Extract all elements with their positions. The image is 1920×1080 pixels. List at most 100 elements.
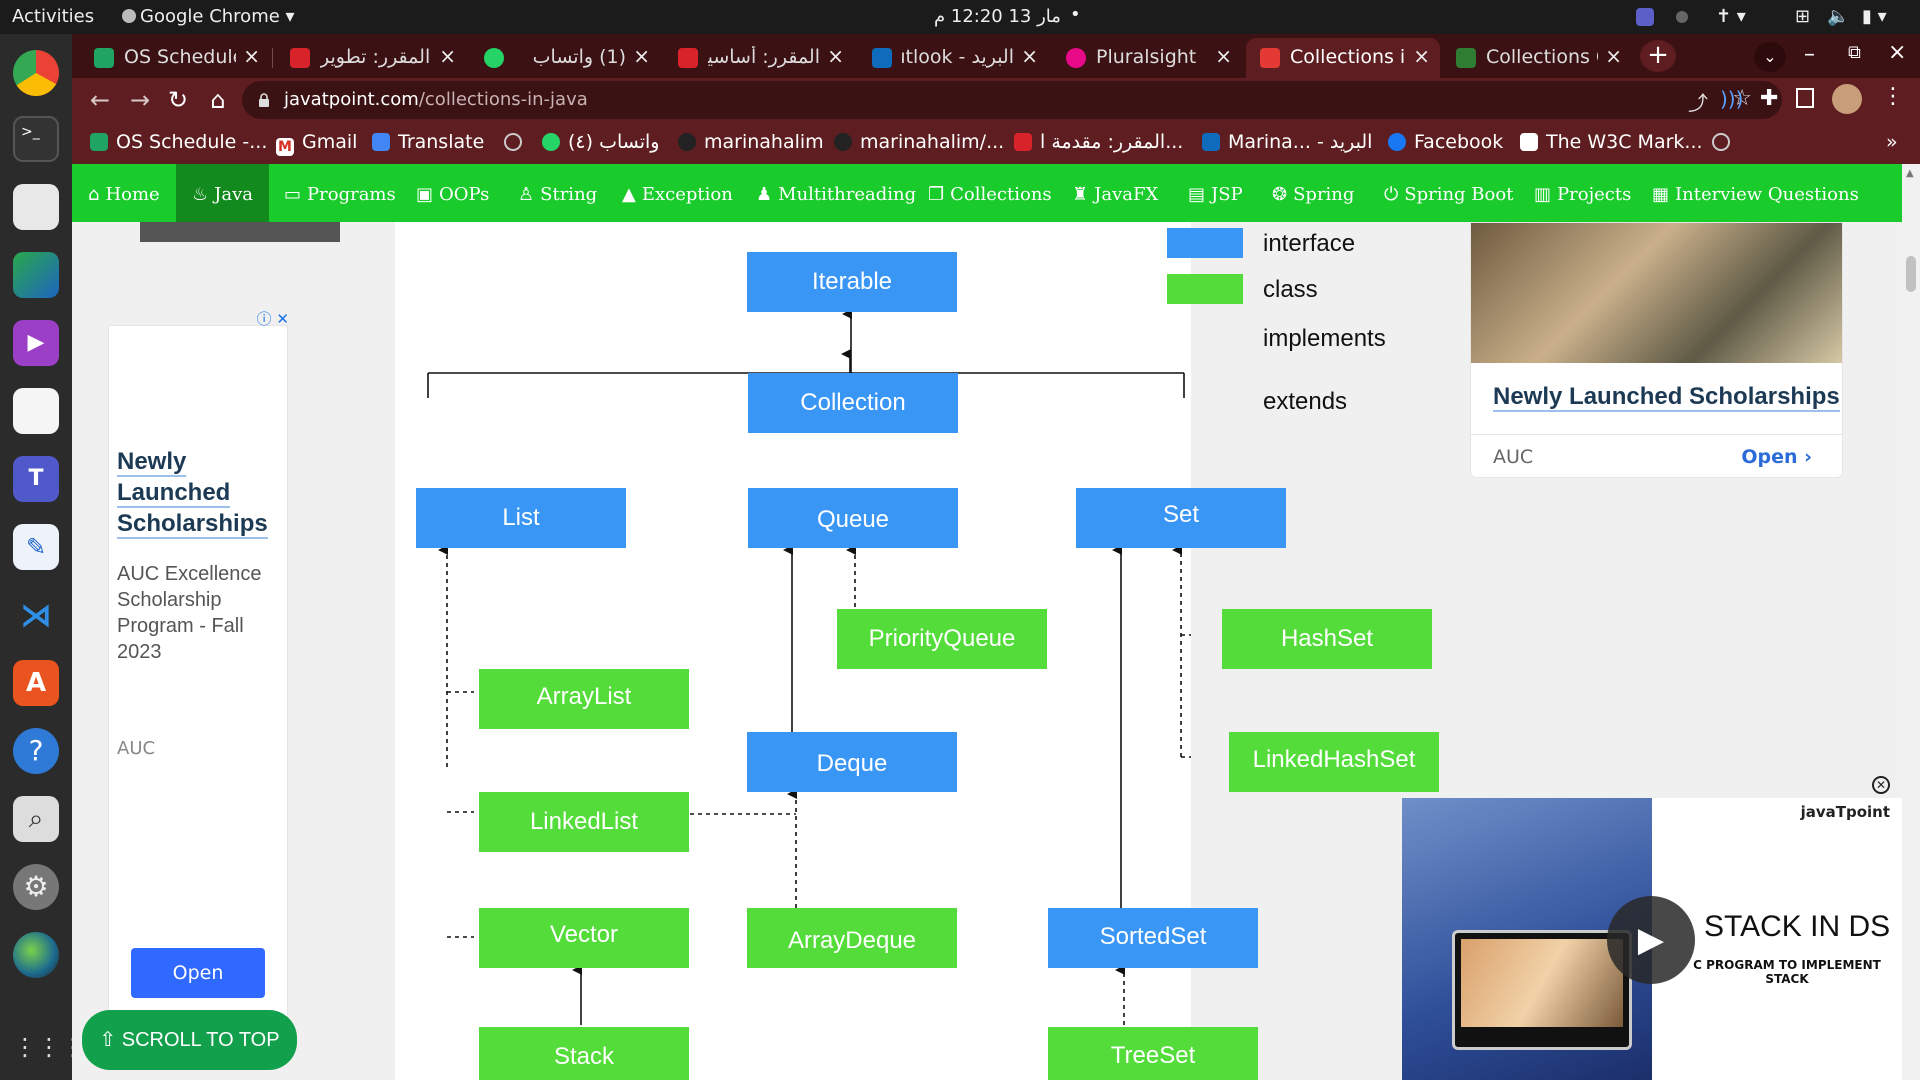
teams-icon[interactable]: T <box>13 456 59 502</box>
close-icon[interactable]: × <box>1605 44 1622 68</box>
help-icon[interactable]: ? <box>13 728 59 774</box>
puzzle-icon[interactable]: ✚ <box>1760 86 1778 111</box>
accessibility-icon[interactable]: ✝ ▾ <box>1716 6 1746 27</box>
document-viewer-icon[interactable] <box>13 388 59 434</box>
nav-jsp[interactable]: ▤ JSP <box>1188 164 1243 222</box>
tab-course-dev[interactable]: المقرر: تطوير × <box>276 38 466 78</box>
nav-multithreading[interactable]: ♟ Multithreading <box>756 164 916 222</box>
settings-gear-icon[interactable]: ⚙ <box>13 864 59 910</box>
bookmark-os-schedule[interactable]: OS Schedule -... <box>90 131 267 153</box>
bookmark-gmail[interactable]: M Gmail <box>276 131 357 156</box>
avatar[interactable] <box>1832 84 1862 114</box>
nav-home[interactable]: ⌂ Home <box>88 164 160 222</box>
battery-icon[interactable]: ▮ ▾ <box>1862 6 1887 27</box>
volume-icon[interactable]: 🔈 <box>1827 6 1849 27</box>
pycharm-icon[interactable] <box>13 252 59 298</box>
close-icon[interactable]: × <box>633 44 650 68</box>
side-panel-icon[interactable] <box>1796 88 1814 108</box>
nav-exception[interactable]: ▲ Exception <box>622 164 733 222</box>
video-player[interactable]: ▶ javaTpoint STACK IN DS C PROGRAM TO IM… <box>1402 798 1902 1080</box>
bookmark-facebook[interactable]: Facebook <box>1388 131 1503 153</box>
app-menu[interactable]: Google Chrome ▾ <box>122 6 295 27</box>
close-icon[interactable]: × <box>1413 44 1430 68</box>
bookmark-w3c[interactable]: The W3C Mark... <box>1520 131 1703 153</box>
nav-javafx[interactable]: ♜ JavaFX <box>1072 164 1158 222</box>
bookmark-whatsapp[interactable]: واتساب (٤) <box>542 131 659 153</box>
bookmark-outlook[interactable]: Marina... - البريد <box>1202 131 1372 153</box>
ad-open-button[interactable]: Open <box>131 948 265 998</box>
close-icon[interactable]: × <box>1021 44 1038 68</box>
tab-course-basics[interactable]: المقرر: أساسيا × <box>664 38 854 78</box>
tab-outlook[interactable]: البريد - Outlook × <box>858 38 1048 78</box>
new-tab-button[interactable]: + <box>1640 40 1676 72</box>
network-icon[interactable]: ⊞ <box>1795 6 1810 27</box>
left-ad[interactable]: ⓘ ✕ Newly Launched Scholarships AUC Exce… <box>108 310 289 1025</box>
teams-tray-icon[interactable] <box>1636 8 1654 26</box>
bookmark-github-repo[interactable]: marinahalim/... <box>834 131 1004 153</box>
tray-indicator-icon[interactable] <box>1676 11 1688 23</box>
show-apps-grid-icon[interactable]: ⋮⋮⋮ <box>13 1024 85 1070</box>
ad-choices-icon[interactable]: ⓘ ✕ <box>257 308 289 329</box>
javatpoint-logo: javaTpoint <box>1800 803 1890 821</box>
nav-oops[interactable]: ▣ OOPs <box>416 164 489 222</box>
nav-interview-questions[interactable]: ▦ Interview Questions <box>1652 164 1859 222</box>
terminal-icon[interactable]: >_ <box>13 116 59 162</box>
bookmark-globe[interactable] <box>504 131 530 153</box>
scroll-to-top-button[interactable]: ⇧ SCROLL TO TOP <box>82 1010 297 1070</box>
close-video-icon[interactable]: ✕ <box>1872 776 1890 794</box>
close-icon[interactable]: × <box>439 44 456 68</box>
more-menu-icon[interactable]: ⋮ <box>1882 84 1904 109</box>
minimize-button[interactable]: – <box>1804 42 1834 82</box>
bookmark-course-intro[interactable]: المقرر: مقدمة ا... <box>1014 131 1183 153</box>
close-icon[interactable]: × <box>827 44 844 68</box>
nav-programs[interactable]: ▭ Programs <box>284 164 396 222</box>
home-button[interactable]: ⌂ <box>204 86 232 114</box>
scrollbar-thumb[interactable] <box>1906 256 1916 292</box>
nav-collections[interactable]: ❐ Collections <box>928 164 1052 222</box>
share-icon[interactable]: ⤴ <box>1688 87 1708 116</box>
nav-spring[interactable]: ❂ Spring <box>1272 164 1354 222</box>
address-bar[interactable]: javatpoint.com/collections-in-java ⤴ ☆ <box>242 81 1782 119</box>
bookmarks-overflow[interactable]: » <box>1886 131 1898 153</box>
ad-title[interactable]: Newly Launched Scholarships <box>117 446 287 539</box>
close-window-button[interactable]: × <box>1888 40 1918 80</box>
bookmark-translate[interactable]: Translate <box>372 131 484 153</box>
screenshot-search-icon[interactable]: ⌕ <box>13 796 59 842</box>
activities-button[interactable]: Activities <box>12 6 94 27</box>
extension-icon[interactable]: ))) <box>1720 87 1743 111</box>
restore-button[interactable]: ⧉ <box>1848 42 1878 82</box>
page-scrollbar[interactable]: ▲ <box>1902 164 1920 1080</box>
ad-open-link[interactable]: Open › <box>1741 446 1812 468</box>
reload-button[interactable]: ↻ <box>164 86 192 114</box>
tab-collections-javatpoint[interactable]: Collections in × <box>1246 38 1440 78</box>
nav-spring-boot[interactable]: ⏻ Spring Boot <box>1384 164 1513 222</box>
right-ad[interactable]: Newly Launched Scholarships AUC Open › <box>1470 222 1843 478</box>
software-center-icon[interactable]: A <box>13 660 59 706</box>
globe-app-icon[interactable] <box>13 932 59 978</box>
bookmarks-bar: OS Schedule -... M Gmail Translate واتساب… <box>72 122 1920 164</box>
forward-button[interactable]: → <box>126 86 154 114</box>
back-button[interactable]: ← <box>86 86 114 114</box>
nav-java[interactable]: ♨ Java <box>176 164 269 222</box>
files-icon[interactable] <box>13 184 59 230</box>
close-icon[interactable]: × <box>1215 44 1232 68</box>
scroll-up-arrow-icon[interactable]: ▲ <box>1906 168 1914 179</box>
tab-pluralsight[interactable]: Pluralsight × <box>1052 38 1242 78</box>
bookmark-github[interactable]: marinahalim <box>678 131 824 153</box>
ad-headline[interactable]: Newly Launched Scholarships <box>1493 383 1840 412</box>
media-player-icon[interactable]: ▶ <box>13 320 59 366</box>
nav-projects[interactable]: ▥ Projects <box>1534 164 1631 222</box>
tab-collections-class[interactable]: Collections Cl × <box>1442 38 1632 78</box>
tab-os-schedule[interactable]: OS Schedule × <box>80 38 270 78</box>
text-editor-icon[interactable]: ✎ <box>13 524 59 570</box>
ad-photo <box>1471 223 1842 363</box>
clock[interactable]: مار 13 12:20 م <box>934 6 1061 27</box>
vscode-icon[interactable]: ⋊ <box>13 592 59 638</box>
play-button[interactable]: ▶ <box>1607 896 1695 984</box>
chrome-icon[interactable] <box>13 50 59 96</box>
tab-search-button[interactable]: ⌄ <box>1754 42 1786 72</box>
tab-whatsapp[interactable]: (1) واتساب × <box>470 38 660 78</box>
close-icon[interactable]: × <box>243 44 260 68</box>
nav-string[interactable]: ♙ String <box>518 164 597 222</box>
bookmark-globe-2[interactable] <box>1712 131 1738 153</box>
